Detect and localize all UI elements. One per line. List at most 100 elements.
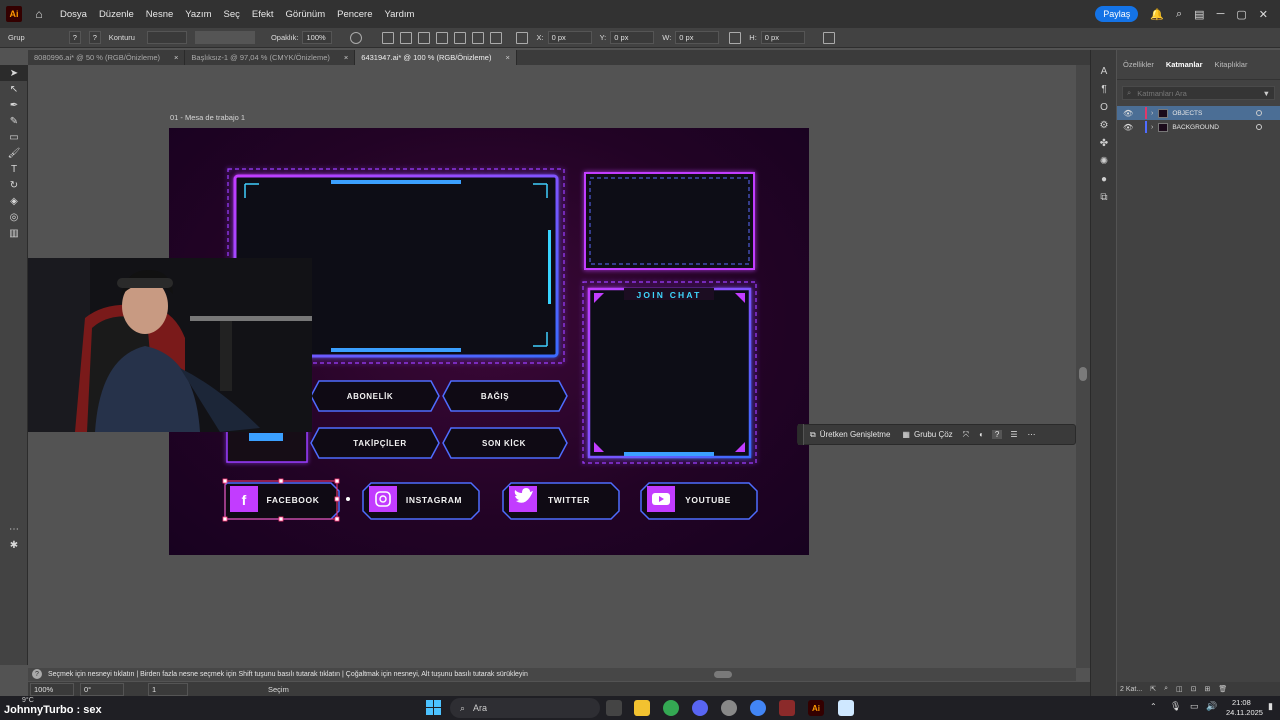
character-icon[interactable]: A [1091, 62, 1117, 80]
stroke-swatch[interactable]: ? [88, 31, 101, 44]
clipping-mask-icon[interactable]: ◫ [1176, 685, 1183, 693]
puppet-warp-icon[interactable]: ✱ [0, 537, 28, 553]
eraser-tool-icon[interactable]: ◈ [0, 193, 28, 209]
align-center-icon[interactable] [418, 31, 431, 44]
menu-dosya[interactable]: Dosya [60, 9, 87, 20]
expand-icon[interactable]: › [1151, 124, 1153, 131]
scroll-thumb[interactable] [1079, 367, 1087, 381]
export-icon[interactable]: ⇱ [1150, 685, 1156, 693]
transform-tool-icon[interactable]: ⤧ [963, 430, 969, 440]
shape-builder-icon[interactable]: ◎ [0, 209, 28, 225]
fill-swatch[interactable]: ? [68, 31, 81, 44]
close-tab-icon[interactable]: × [344, 53, 348, 62]
illustrator-taskbar-icon[interactable]: Ai [808, 700, 824, 716]
brushes-icon[interactable]: ✤ [1091, 134, 1117, 152]
minimize-icon[interactable]: ─ [1217, 8, 1225, 20]
x-field[interactable]: 0 px [547, 31, 592, 44]
taskbar-search[interactable]: ⌕ Ara [450, 698, 600, 718]
notification-center-icon[interactable]: ▮ [1268, 701, 1273, 712]
menu-yardim[interactable]: Yardım [385, 9, 415, 20]
delete-icon[interactable]: 🗑 [1218, 685, 1227, 693]
opacity-label[interactable]: Opaklık: [271, 33, 299, 42]
new-sublayer-icon[interactable]: ⊡ [1191, 685, 1197, 693]
paragraph-icon[interactable]: ¶ [1091, 80, 1117, 98]
menu-icon[interactable]: ☰ [1010, 430, 1017, 439]
target-icon[interactable] [1256, 124, 1262, 130]
windows-icon[interactable] [426, 700, 441, 715]
clock-date[interactable]: 24.11.2025 [1226, 708, 1263, 717]
stroke-label[interactable]: Konturu [109, 33, 135, 42]
opacity-field[interactable]: 100% [302, 31, 333, 44]
align-middle-icon[interactable] [472, 31, 485, 44]
direct-selection-tool-icon[interactable]: ↖ [0, 81, 28, 97]
zoom-field[interactable]: 100% [30, 682, 74, 696]
variable-width[interactable] [194, 31, 255, 44]
artboard-label[interactable]: 01 - Mesa de trabajo 1 [170, 113, 245, 122]
layer-name[interactable]: BACKGROUND [1172, 124, 1219, 131]
gradient-tool-icon[interactable]: ▥ [0, 225, 28, 241]
notifications-icon[interactable]: 🔔 [1150, 8, 1164, 21]
home-icon[interactable]: ⌂ [32, 7, 46, 21]
link-icon[interactable] [729, 31, 742, 44]
task-view-icon[interactable] [606, 700, 622, 716]
stroke-weight[interactable] [146, 31, 187, 44]
close-tab-icon[interactable]: × [174, 53, 178, 62]
align-left-icon[interactable] [400, 31, 413, 44]
close-tab-icon[interactable]: × [505, 53, 509, 62]
isolate-icon[interactable] [822, 31, 835, 44]
recolor-icon[interactable] [350, 31, 363, 44]
w-field[interactable]: 0 px [675, 31, 720, 44]
more-icon[interactable]: ⋯ [1028, 430, 1036, 439]
volume-icon[interactable]: 🔊 [1206, 701, 1217, 712]
tab-doc-1[interactable]: 8080996.ai* @ 50 % (RGB/Önizleme) × [28, 50, 186, 65]
tab-properties[interactable]: Özellikler [1117, 60, 1160, 69]
archive-icon[interactable] [779, 700, 795, 716]
share-button[interactable]: Paylaş [1095, 6, 1139, 22]
align-icon[interactable] [382, 31, 395, 44]
selection-tool-icon[interactable]: ➤ [0, 65, 28, 81]
layer-search-input[interactable]: Katmanları Ara [1137, 89, 1187, 98]
target-icon[interactable] [1256, 110, 1262, 116]
y-field[interactable]: 0 px [610, 31, 655, 44]
generative-expand-button[interactable]: ⧉ Üretken Genişletme [804, 424, 896, 445]
notepad-icon[interactable] [838, 700, 854, 716]
tab-doc-2[interactable]: Başlıksız-1 @ 97,04 % (CMYK/Önizleme) × [185, 50, 356, 65]
rotation-field[interactable]: 0° [80, 682, 124, 696]
menu-duzenle[interactable]: Düzenle [99, 9, 134, 20]
monitor-icon[interactable]: ▭ [1190, 701, 1199, 712]
locate-icon[interactable]: ⌕ [1164, 685, 1168, 693]
expand-icon[interactable]: › [1151, 110, 1153, 117]
layer-row[interactable]: 👁 › OBJECTS [1117, 106, 1280, 120]
menu-nesne[interactable]: Nesne [146, 9, 173, 20]
vertical-scrollbar[interactable] [1076, 65, 1090, 668]
ungroup-button[interactable]: ▦ Grubu Çöz [896, 424, 958, 445]
recolor-icon[interactable]: ◐ [979, 430, 984, 439]
chrome-profile-icon[interactable] [750, 700, 766, 716]
pen-tool-icon[interactable]: ✒ [0, 97, 28, 113]
menu-yazim[interactable]: Yazım [185, 9, 211, 20]
arrange-icon[interactable]: ▤ [1194, 8, 1204, 21]
align-top-icon[interactable] [454, 31, 467, 44]
menu-gorunum[interactable]: Görünüm [286, 9, 326, 20]
curvature-tool-icon[interactable]: ✎ [0, 113, 28, 129]
align-bottom-icon[interactable] [490, 31, 503, 44]
menu-efekt[interactable]: Efekt [252, 9, 274, 20]
chrome-icon[interactable] [663, 700, 679, 716]
layer-search[interactable]: ⌕ Katmanları Ara ▼ [1122, 86, 1275, 100]
steam-icon[interactable] [721, 700, 737, 716]
artboard-navigator[interactable]: 1 [148, 682, 188, 696]
tray-chevron-icon[interactable]: ⌃ [1150, 702, 1157, 711]
tab-doc-3[interactable]: 6431947.ai* @ 100 % (RGB/Önizleme) × [355, 50, 517, 65]
layer-name[interactable]: OBJECTS [1172, 110, 1202, 117]
help-icon[interactable]: ? [991, 430, 1003, 439]
pathfinder-icon[interactable]: ⧉ [1091, 188, 1117, 206]
graphic-styles-icon[interactable]: ● [1091, 170, 1117, 188]
tab-layers[interactable]: Katmanlar [1160, 60, 1209, 69]
appearance-icon[interactable]: ✺ [1091, 152, 1117, 170]
search-icon[interactable]: ⌕ [1176, 8, 1182, 21]
eye-icon[interactable]: 👁 [1123, 123, 1135, 132]
align-right-icon[interactable] [436, 31, 449, 44]
close-icon[interactable]: ✕ [1259, 8, 1268, 21]
type-tool-icon[interactable]: T [0, 161, 28, 177]
file-explorer-icon[interactable] [634, 700, 650, 716]
